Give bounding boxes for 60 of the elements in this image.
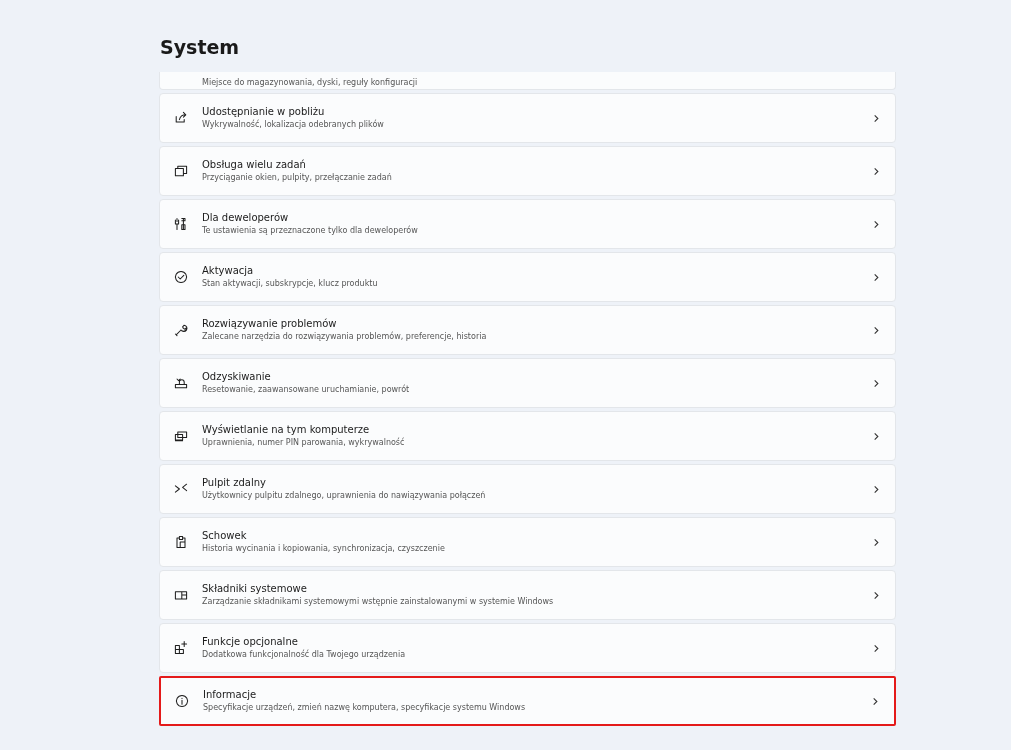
item-title: Odzyskiwanie xyxy=(202,370,272,384)
item-description: Miejsce do magazynowania, dyski, reguły konfiguracji xyxy=(202,78,419,87)
settings-item[interactable]: Pulpit zdalny Użytkownicy pulpitu zdalnego, uprawnienia do nawiązywania połączeń xyxy=(159,464,896,514)
settings-item[interactable]: Aktywacja Stan aktywacji, subskrypcje, klucz produktu xyxy=(159,252,896,302)
settings-item[interactable]: Rozwiązywanie problemów Zalecane narzędzia do rozwiązywania problemów, preferencje, historia xyxy=(159,305,896,355)
settings-item[interactable]: Schowek Historia wycinania i kopiowania, synchronizacja, czyszczenie xyxy=(159,517,896,567)
share-icon xyxy=(173,110,189,126)
item-description: Przyciąganie okien, pulpity, przełączanie zadań xyxy=(202,172,393,184)
info-icon xyxy=(174,693,190,709)
item-description: Zarządzanie składnikami systemowymi wstępnie zainstalowanymi w systemie Windows xyxy=(202,596,555,608)
item-description: Uprawnienia, numer PIN parowania, wykrywalność xyxy=(202,437,406,449)
chevron-icon xyxy=(872,431,881,441)
monitor-icon xyxy=(173,428,189,444)
chevron-icon xyxy=(872,325,881,335)
item-description: Użytkownicy pulpitu zdalnego, uprawnienia do nawiązywania połączeń xyxy=(202,490,487,502)
chevron-icon xyxy=(872,643,881,653)
settings-item[interactable]: Udostępnianie w pobliżu Wykrywalność, lokalizacja odebranych plików xyxy=(159,93,896,143)
item-description: Te ustawienia są przeznaczone tylko dla deweloperów xyxy=(202,225,419,237)
chevron-icon xyxy=(872,378,881,388)
settings-item[interactable]: Miejsce do magazynowania, dyski, reguły konfiguracji xyxy=(159,72,896,90)
item-title: Składniki systemowe xyxy=(202,582,308,596)
item-description: Zalecane narzędzia do rozwiązywania problemów, preferencje, historia xyxy=(202,331,488,343)
settings-item[interactable]: Funkcje opcjonalne Dodatkowa funkcjonalność dla Twojego urządzenia xyxy=(159,623,896,673)
page-title: System xyxy=(160,36,241,60)
settings-item[interactable]: Odzyskiwanie Resetowanie, zaawansowane uruchamianie, powrót xyxy=(159,358,896,408)
recovery-icon xyxy=(173,375,189,391)
windows-icon xyxy=(173,163,189,179)
item-title: Schowek xyxy=(202,529,248,543)
item-title: Funkcje opcjonalne xyxy=(202,635,299,649)
chevron-icon xyxy=(872,272,881,282)
chevron-icon xyxy=(872,537,881,547)
item-description: Stan aktywacji, subskrypcje, klucz produktu xyxy=(202,278,379,290)
settings-item[interactable]: Wyświetlanie na tym komputerze Uprawnienia, numer PIN parowania, wykrywalność xyxy=(159,411,896,461)
item-description: Specyfikacje urządzeń, zmień nazwę komputera, specyfikacje systemu Windows xyxy=(203,702,527,714)
item-description: Wykrywalność, lokalizacja odebranych plików xyxy=(202,119,385,131)
item-description: Historia wycinania i kopiowania, synchronizacja, czyszczenie xyxy=(202,543,446,555)
settings-item[interactable]: Dla deweloperów Te ustawienia są przeznaczone tylko dla deweloperów xyxy=(159,199,896,249)
checkmark-icon xyxy=(173,269,189,285)
item-description: Dodatkowa funkcjonalność dla Twojego urządzenia xyxy=(202,649,407,661)
chevron-icon xyxy=(872,590,881,600)
item-title: Aktywacja xyxy=(202,264,255,278)
chevron-icon xyxy=(872,113,881,123)
chevron-icon xyxy=(872,219,881,229)
item-title: Udostępnianie w pobliżu xyxy=(202,105,326,119)
chevron-icon xyxy=(871,696,880,706)
clipboard-icon xyxy=(173,534,189,550)
settings-item[interactable]: Składniki systemowe Zarządzanie składnikami systemowymi wstępnie zainstalowanymi w systemie Windows xyxy=(159,570,896,620)
chevron-icon xyxy=(872,484,881,494)
item-title: Dla deweloperów xyxy=(202,211,290,225)
item-description: Resetowanie, zaawansowane uruchamianie, powrót xyxy=(202,384,411,396)
item-title: Pulpit zdalny xyxy=(202,476,267,490)
item-title: Obsługa wielu zadań xyxy=(202,158,307,172)
chevron-icon xyxy=(872,166,881,176)
item-title: Wyświetlanie na tym komputerze xyxy=(202,423,371,437)
tools-icon xyxy=(173,216,189,232)
item-title: Rozwiązywanie problemów xyxy=(202,317,338,331)
add-grid-icon xyxy=(173,640,189,656)
settings-item[interactable]: Informacje Specyfikacje urządzeń, zmień nazwę komputera, specyfikacje systemu Windows xyxy=(159,676,896,726)
settings-item[interactable]: Obsługa wielu zadań Przyciąganie okien, pulpity, przełączanie zadań xyxy=(159,146,896,196)
item-title: Informacje xyxy=(203,688,258,702)
